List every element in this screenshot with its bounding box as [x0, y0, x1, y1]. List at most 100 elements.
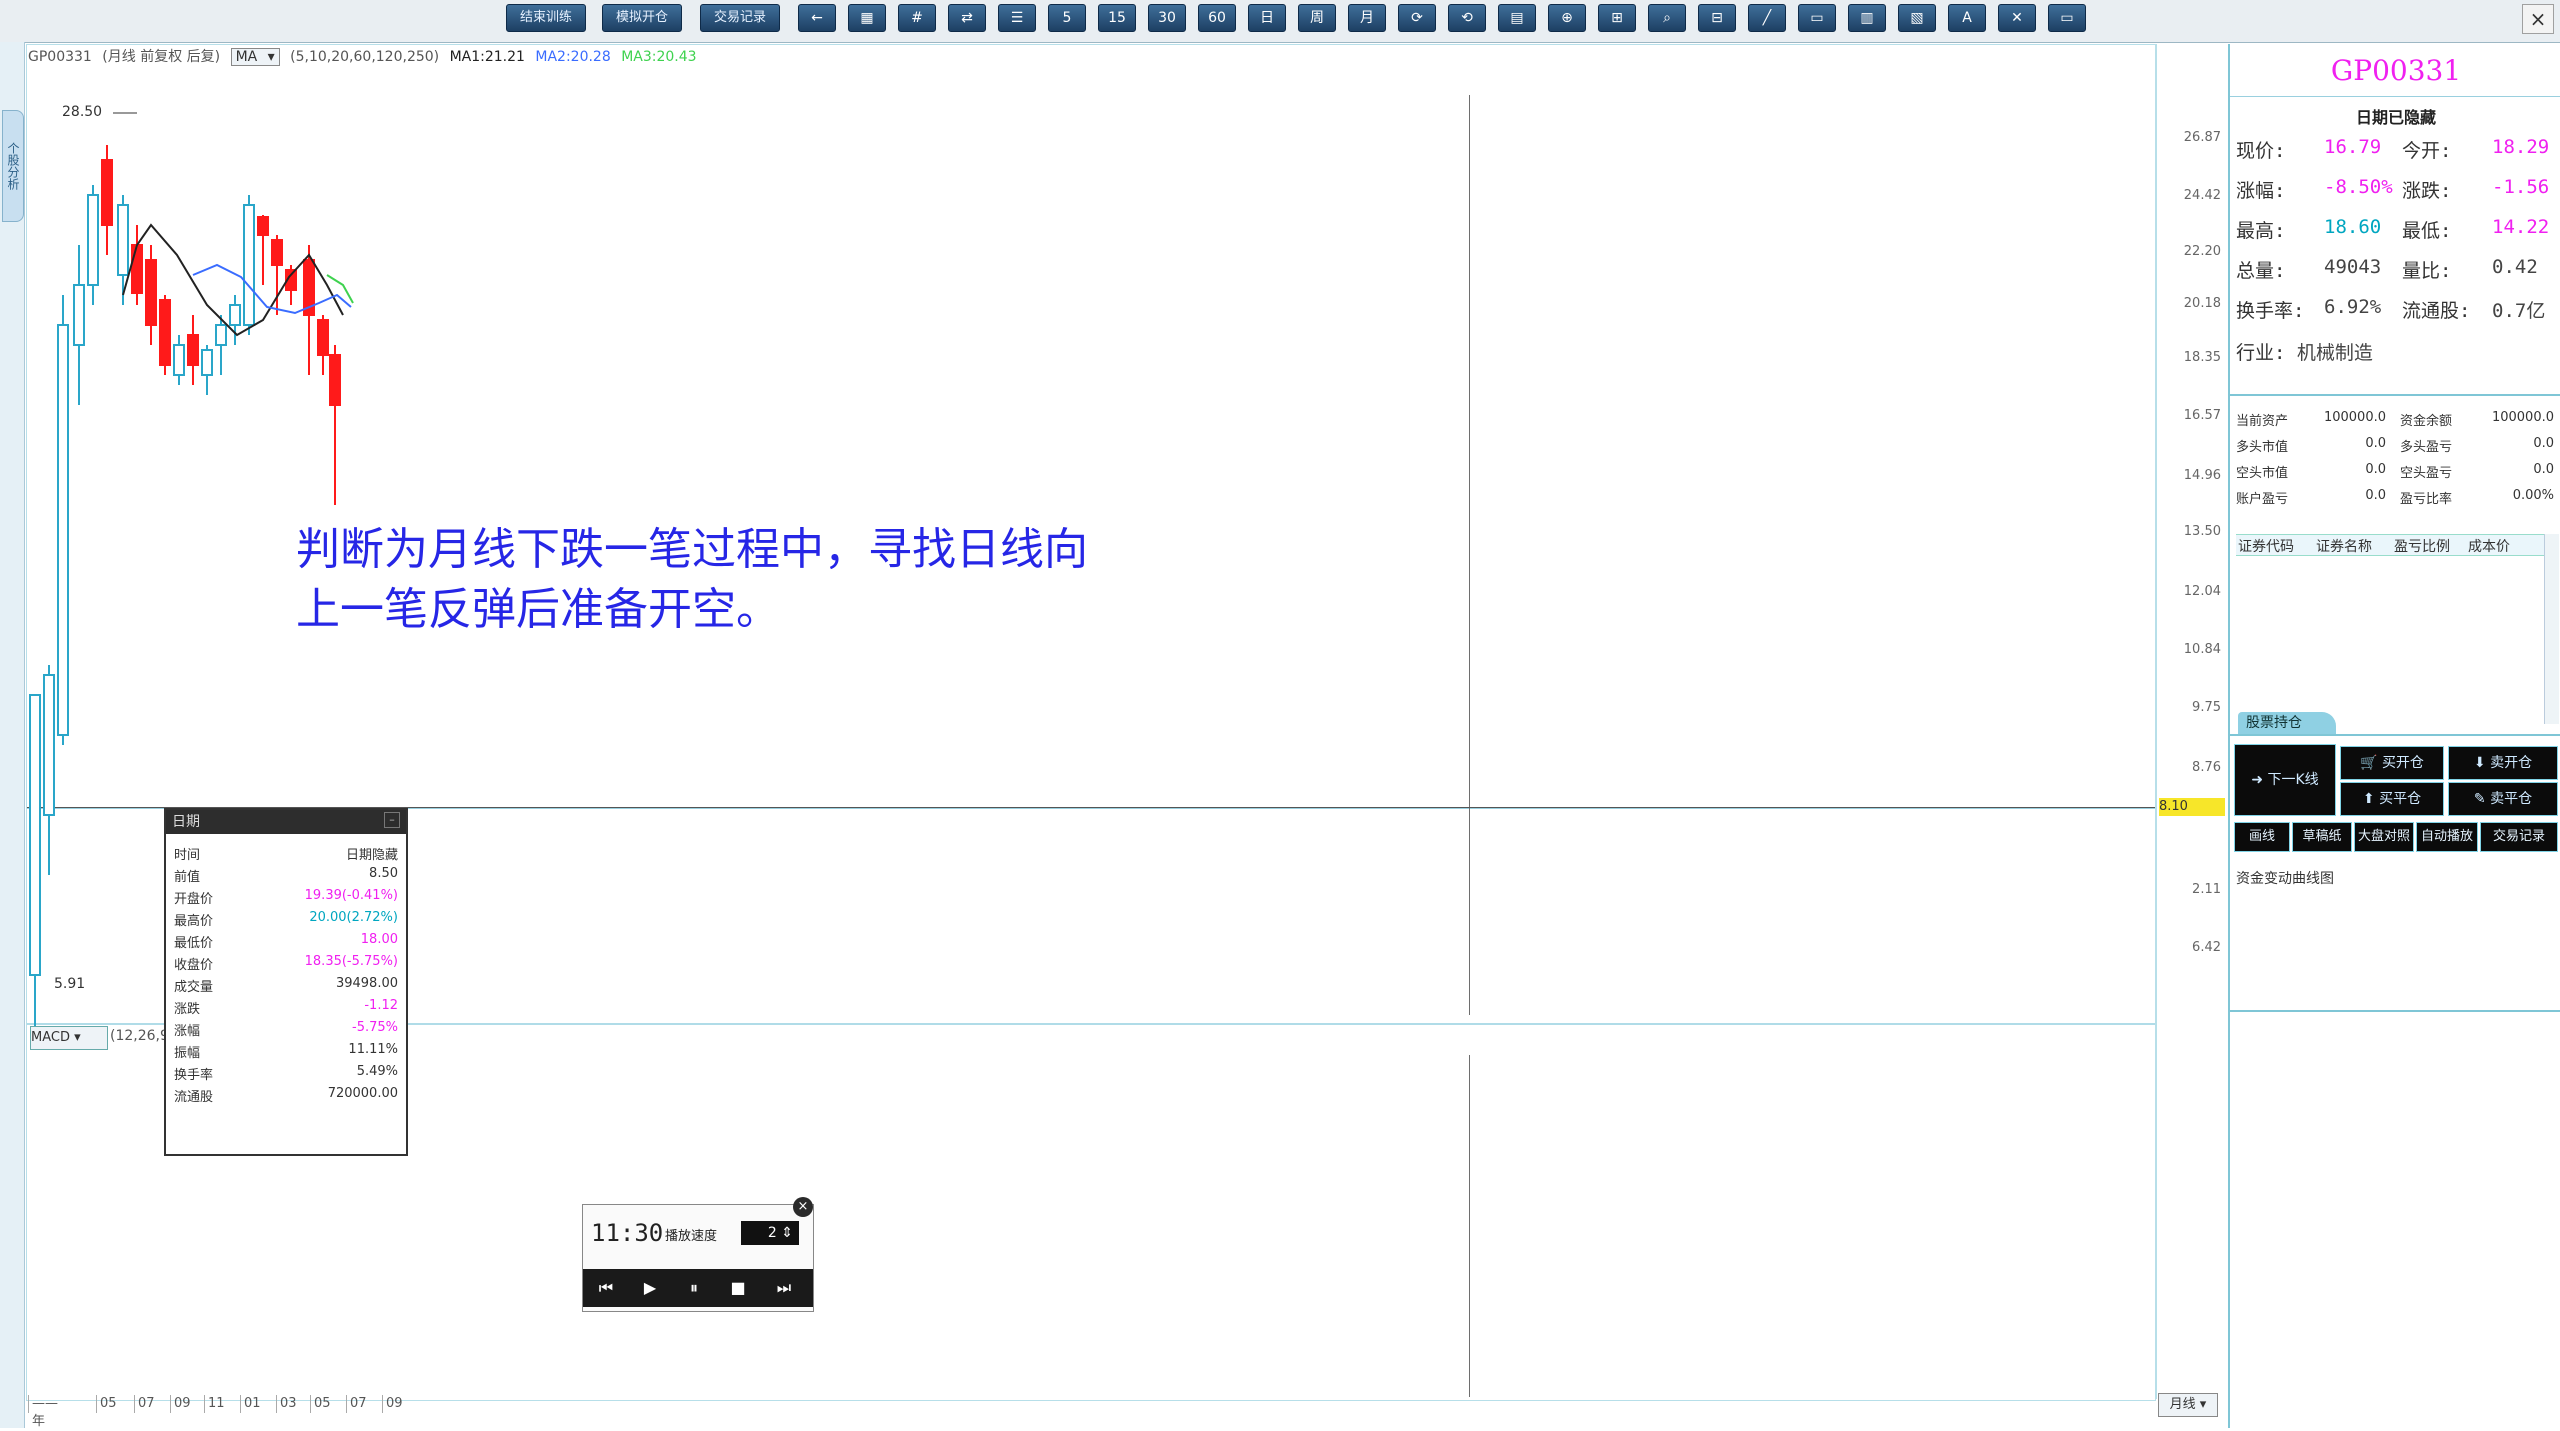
layout-icon[interactable]: ⊞ — [1598, 4, 1636, 32]
candle-body — [243, 204, 255, 326]
list-icon[interactable]: ☰ — [998, 4, 1036, 32]
cross-icon[interactable]: ▧ — [1898, 4, 1936, 32]
ma-select-label: MA — [235, 49, 258, 65]
pause-icon[interactable]: ⏸ — [679, 1276, 709, 1300]
popup-row-value: 日期隐藏 — [345, 848, 398, 863]
popup-minimize-icon[interactable]: – — [384, 812, 400, 828]
candle-body — [131, 244, 143, 294]
macd-indicator-select[interactable]: MACD ▾ — [30, 1026, 108, 1050]
bottom-tab[interactable]: 交易记录 — [2480, 822, 2558, 852]
month-icon[interactable]: 月 — [1348, 4, 1386, 32]
zoom-out-icon[interactable]: ⊟ — [1698, 4, 1736, 32]
close-icon[interactable]: × — [2522, 4, 2554, 34]
period-60-icon[interactable]: 60 — [1198, 4, 1236, 32]
popup-row: 振幅 11.11% — [174, 1042, 398, 1061]
period-30-icon[interactable]: 30 — [1148, 4, 1186, 32]
period-select[interactable]: 月线 ▾ — [2158, 1393, 2218, 1417]
simulate-open-button[interactable]: 模拟开仓 — [602, 4, 682, 32]
position-column-header[interactable]: 盈亏比例 — [2394, 536, 2450, 556]
period-5-icon[interactable]: 5 — [1048, 4, 1086, 32]
annotation-text: 判断为月线下跌一笔过程中，寻找日线向 上一笔反弹后准备开空。 — [296, 520, 1196, 640]
skip-forward-icon[interactable]: ⏭ — [769, 1276, 799, 1300]
position-column-header[interactable]: 证券代码 — [2238, 536, 2294, 556]
undo-icon[interactable]: ⟲ — [1448, 4, 1486, 32]
draw-line-icon[interactable]: ╱ — [1748, 4, 1786, 32]
popup-row-key: 涨幅 — [174, 1024, 201, 1039]
candle-body — [215, 324, 227, 346]
buy-close-label: 买平仓 — [2379, 791, 2422, 807]
stock-analysis-tab[interactable]: 个股分析 — [2, 110, 24, 222]
popup-row-key: 前值 — [174, 870, 201, 885]
table-icon[interactable]: ▤ — [1498, 4, 1536, 32]
player-close-icon[interactable]: × — [793, 1197, 813, 1217]
account-label: 多头盈亏 — [2400, 440, 2453, 455]
kline-info-popup: 日期 – 时间 日期隐藏 前值 8.50 开盘价 19.39(-0.41%) 最高价 20.0… — [164, 808, 408, 1156]
zoom-in-icon[interactable]: ⊕ — [1548, 4, 1586, 32]
kline-chart-area[interactable] — [26, 44, 2156, 1401]
day-icon[interactable]: 日 — [1248, 4, 1286, 32]
position-column-header[interactable]: 证券名称 — [2316, 536, 2372, 556]
redo-icon[interactable]: ⟳ — [1398, 4, 1436, 32]
bottom-tab[interactable]: 大盘对照 — [2354, 822, 2414, 852]
quote-value: 0.7亿 — [2492, 300, 2546, 322]
trade-records-button[interactable]: 交易记录 — [700, 4, 780, 32]
sell-close-button[interactable]: ✎ 卖平仓 — [2448, 782, 2558, 816]
stock-position-tab[interactable]: 股票持仓 — [2238, 712, 2336, 734]
ma-indicator-select[interactable]: MA ▾ — [230, 48, 280, 66]
buy-close-button[interactable]: ⬆ 买平仓 — [2340, 782, 2444, 816]
popup-row: 成交量 39498.00 — [174, 976, 398, 995]
bottom-tab[interactable]: 草稿纸 — [2292, 822, 2352, 852]
next-kline-button[interactable]: ➜ 下一K线 — [2234, 744, 2336, 816]
delete-icon[interactable]: ✕ — [1998, 4, 2036, 32]
week-icon[interactable]: 周 — [1298, 4, 1336, 32]
popup-row-key: 换手率 — [174, 1068, 214, 1083]
candle-body — [43, 674, 55, 816]
skip-back-icon[interactable]: ⏮ — [591, 1276, 621, 1300]
account-value: 0.0 — [2365, 488, 2386, 503]
account-value: 100000.0 — [2491, 410, 2554, 425]
position-column-header[interactable]: 成本价 — [2468, 536, 2510, 556]
bottom-tab[interactable]: 画线 — [2234, 822, 2290, 852]
position-scrollbar[interactable] — [2544, 534, 2559, 724]
square-icon[interactable]: ▭ — [2048, 4, 2086, 32]
text-icon[interactable]: A — [1948, 4, 1986, 32]
buy-open-button[interactable]: 🛒 买开仓 — [2340, 746, 2444, 780]
high-price-label: 28.50 — [62, 104, 103, 120]
bottom-tab[interactable]: 自动播放 — [2416, 822, 2478, 852]
info-code: GP00331 — [28, 49, 92, 65]
popup-row: 开盘价 19.39(-0.41%) — [174, 888, 398, 907]
popup-row: 最低价 18.00 — [174, 932, 398, 951]
popup-row-key: 最高价 — [174, 914, 214, 929]
arrow-left-icon[interactable]: ← — [798, 4, 836, 32]
bars-icon[interactable]: ▥ — [1848, 4, 1886, 32]
quote-value: 16.79 — [2324, 136, 2382, 158]
quote-value: 18.29 — [2492, 136, 2550, 158]
end-training-button[interactable]: 结束训练 — [506, 4, 586, 32]
swap-icon[interactable]: ⇄ — [948, 4, 986, 32]
popup-row-value: 19.39(-0.41%) — [304, 888, 398, 903]
rect-icon[interactable]: ▭ — [1798, 4, 1836, 32]
ma1-value: MA1:21.21 — [449, 49, 525, 65]
position-table-header: 证券代码 证券名称 盈亏比例 成本价 — [2236, 534, 2556, 556]
y-tick-label: 8.76 — [2192, 760, 2221, 775]
play-icon[interactable]: ▶ — [635, 1276, 665, 1300]
sell-icon: ⬇ — [2473, 755, 2486, 771]
grid-icon[interactable]: ▦ — [848, 4, 886, 32]
period-15-icon[interactable]: 15 — [1098, 4, 1136, 32]
quote-label: 最低: — [2402, 220, 2452, 242]
search-icon[interactable]: ⌕ — [1648, 4, 1686, 32]
candle-body — [317, 319, 329, 356]
popup-row: 前值 8.50 — [174, 866, 398, 885]
candle-body — [271, 239, 283, 266]
hash-icon[interactable]: # — [898, 4, 936, 32]
stop-icon[interactable]: ■ — [723, 1276, 753, 1300]
date-tick-label: 11 — [204, 1395, 225, 1413]
info-desc: (月线 前复权 后复) — [102, 49, 221, 65]
sell-open-button[interactable]: ⬇ 卖开仓 — [2448, 746, 2558, 780]
popup-title: 日期 — [166, 810, 406, 834]
account-value: 0.0 — [2533, 462, 2554, 477]
y-tick-label: 9.75 — [2192, 700, 2221, 715]
candle-body — [57, 324, 69, 736]
player-speed-input[interactable]: 2 ⇕ — [741, 1221, 799, 1245]
candle-body — [173, 344, 185, 376]
